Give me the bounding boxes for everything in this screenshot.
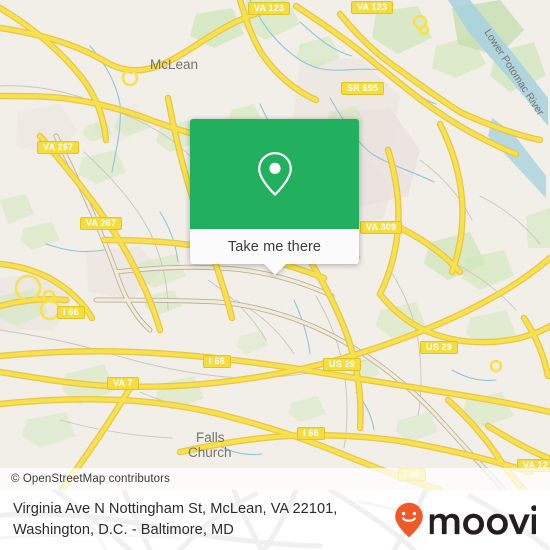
map-popup[interactable]: Take me there xyxy=(190,119,359,275)
highway-shield: VA 7 xyxy=(107,377,139,390)
moovit-wordmark xyxy=(430,505,536,535)
map-place-label: Falls xyxy=(196,430,225,445)
highway-shield: US 29 xyxy=(323,358,362,371)
highway-shield: US 29 xyxy=(420,341,459,354)
highway-shield: VA 267 xyxy=(37,141,80,154)
popup-cta-label: Take me there xyxy=(227,238,322,255)
popup-cta[interactable]: Take me there xyxy=(190,229,359,275)
map-attribution-text: © OpenStreetMap contributors xyxy=(11,473,170,485)
map-pin-icon xyxy=(257,152,292,196)
highway-shield: VA 123 xyxy=(248,2,291,15)
popup-arrow xyxy=(263,264,286,275)
moovit-pin-icon xyxy=(395,502,424,538)
map-attribution[interactable]: © OpenStreetMap contributors xyxy=(0,468,550,490)
address-line-2: Washington, D.C. - Baltimore, MD xyxy=(13,522,234,538)
moovit-logo xyxy=(394,502,536,538)
highway-shield: I 66 xyxy=(297,427,325,440)
moovit-map-share-card: .road-cas { fill:none; stroke:#e8c64b; s… xyxy=(0,0,550,550)
highway-shield: VA 267 xyxy=(80,217,123,230)
map-canvas[interactable]: .road-cas { fill:none; stroke:#e8c64b; s… xyxy=(0,0,550,490)
address-line-1: Virginia Ave N Nottingham St, McLean, VA… xyxy=(13,501,338,517)
map-place-label: McLean xyxy=(150,57,198,72)
highway-shield: I 66 xyxy=(57,306,85,319)
popup-pin-panel xyxy=(190,119,359,229)
highway-shield: VA 309 xyxy=(360,221,403,234)
highway-shield: SR 695 xyxy=(341,82,385,95)
place-address: Virginia Ave N Nottingham St, McLean, VA… xyxy=(13,499,337,541)
footer-bar: Virginia Ave N Nottingham St, McLean, VA… xyxy=(0,490,550,550)
map-place-label: Church xyxy=(188,445,232,460)
highway-shield: VA 123 xyxy=(351,1,394,14)
highway-shield: I 66 xyxy=(203,355,231,368)
